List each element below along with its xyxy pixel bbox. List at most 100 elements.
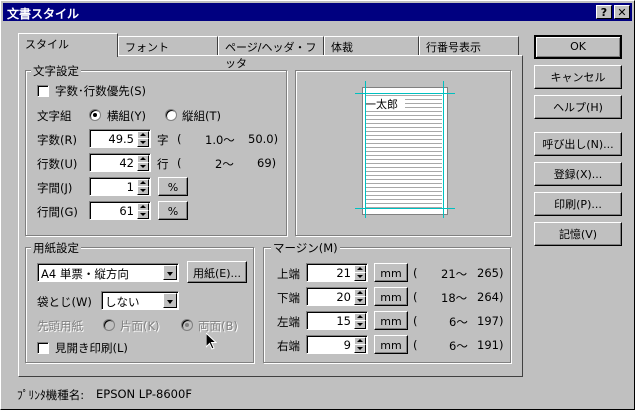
chars-label: 字数(R)	[37, 133, 77, 147]
char-spacing-down-button[interactable]	[137, 186, 149, 195]
title-bar[interactable]: 文書スタイル ? ✕	[3, 3, 632, 21]
memory-button[interactable]: 記憶(V)	[534, 222, 622, 246]
margin-unit-button[interactable]: mm	[374, 287, 408, 306]
margin-value: 21	[336, 266, 351, 280]
button-label: %	[167, 205, 179, 218]
spread-print-checkbox[interactable]	[37, 342, 49, 354]
margin-label: 下端	[277, 291, 300, 305]
tab-line-number[interactable]: 行番号表示	[419, 36, 519, 56]
dialog-window: 文書スタイル ? ✕ スタイル フォント ページ/ヘッダ・フッタ 体裁 行番号表…	[0, 0, 635, 410]
help-button[interactable]: ヘルプ(H)	[534, 95, 622, 119]
margin-bottom-input[interactable]: 20	[306, 287, 368, 306]
char-spacing-value: 1	[126, 180, 134, 194]
help-title-button[interactable]: ?	[596, 5, 612, 19]
button-label: キャンセル	[550, 71, 606, 84]
line-spacing-label: 行間(G)	[37, 205, 78, 219]
sample-text: 一太郎	[365, 98, 398, 111]
button-label: OK	[570, 40, 586, 53]
margin-max: 191)	[477, 338, 504, 352]
lines-down-button[interactable]	[137, 162, 149, 171]
chars-down-button[interactable]	[137, 138, 149, 147]
tab-page-header-footer[interactable]: ページ/ヘッダ・フッタ	[218, 36, 324, 70]
up-arrow-icon	[357, 267, 363, 270]
margin-range-open: (	[413, 290, 418, 304]
line-spacing-down-button[interactable]	[137, 210, 149, 219]
margin-range-open: (	[413, 266, 418, 280]
margin-max: 264)	[477, 290, 504, 304]
margin-label: 左端	[277, 315, 300, 329]
button-label: 登録(X)...	[553, 168, 603, 181]
chars-max: 50.0)	[248, 132, 279, 146]
margin-max: 265)	[477, 266, 504, 280]
tab-panel: 文字設定 字数･行数優先(S) 文字組 横組(Y) 縦組(T) 字数(R) 49…	[18, 55, 523, 377]
tab-font[interactable]: フォント	[118, 36, 218, 56]
margin-down-button[interactable]	[354, 320, 366, 329]
margins-label: マージン(M)	[271, 240, 340, 256]
horizontal-radio[interactable]	[89, 109, 101, 121]
margin-right-input[interactable]: 9	[306, 335, 368, 354]
down-arrow-icon	[140, 213, 146, 216]
mouse-cursor-icon	[206, 333, 218, 350]
margin-range-open: (	[413, 314, 418, 328]
paper-dropdown-button[interactable]	[163, 265, 177, 280]
paper-settings-label: 用紙設定	[31, 240, 81, 256]
close-button[interactable]: ✕	[614, 5, 630, 19]
one-side-radio[interactable]	[103, 319, 115, 331]
vertical-label: 縦組(T)	[182, 109, 221, 123]
char-spacing-label: 字間(J)	[37, 181, 73, 195]
button-label: ヘルプ(H)	[553, 101, 603, 114]
cancel-button[interactable]: キャンセル	[534, 65, 622, 89]
chevron-down-icon	[167, 300, 173, 304]
up-arrow-icon	[357, 339, 363, 342]
both-side-radio[interactable]	[181, 319, 193, 331]
button-label: mm	[380, 339, 402, 352]
down-arrow-icon	[140, 189, 146, 192]
char-spacing-input[interactable]: 1	[89, 177, 151, 196]
register-button[interactable]: 登録(X)...	[534, 162, 622, 186]
binding-select[interactable]: しない	[101, 291, 179, 310]
print-button[interactable]: 印刷(P)...	[534, 192, 622, 216]
char-spacing-percent-button[interactable]: %	[158, 177, 188, 196]
down-arrow-icon	[140, 165, 146, 168]
tab-label: スタイル	[25, 38, 69, 51]
tab-style[interactable]: スタイル	[18, 33, 118, 57]
chars-value: 49.5	[108, 132, 134, 146]
paper-select[interactable]: A4 単票・縦方向	[37, 263, 179, 282]
up-arrow-icon	[357, 291, 363, 294]
tab-label: 体裁	[331, 41, 353, 54]
margin-down-button[interactable]	[354, 344, 366, 353]
down-arrow-icon	[140, 141, 146, 144]
margin-unit-button[interactable]: mm	[374, 263, 408, 282]
paper-button[interactable]: 用紙(E)...	[187, 261, 247, 283]
down-arrow-icon	[357, 275, 363, 278]
line-spacing-input[interactable]: 61	[89, 201, 151, 220]
margin-top-input[interactable]: 21	[306, 263, 368, 282]
load-button[interactable]: 呼び出し(N)...	[534, 132, 622, 156]
button-label: 記憶(V)	[558, 228, 598, 241]
margin-down-button[interactable]	[354, 296, 366, 305]
lines-value: 42	[119, 156, 134, 170]
vertical-radio[interactable]	[165, 109, 177, 121]
lines-label: 行数(U)	[37, 157, 78, 171]
lines-unit: 行	[157, 157, 169, 171]
ok-button[interactable]: OK	[534, 35, 622, 59]
margin-unit-button[interactable]: mm	[374, 311, 408, 330]
chars-input[interactable]: 49.5	[89, 129, 151, 148]
lines-min: 2～	[215, 157, 234, 171]
button-label: mm	[380, 267, 402, 280]
margin-left-input[interactable]: 15	[306, 311, 368, 330]
chars-unit: 字	[157, 133, 169, 147]
margin-unit-button[interactable]: mm	[374, 335, 408, 354]
line-spacing-percent-button[interactable]: %	[158, 201, 188, 220]
margin-guide-top	[355, 93, 455, 94]
up-arrow-icon	[140, 157, 146, 160]
lines-input[interactable]: 42	[89, 153, 151, 172]
tab-layout[interactable]: 体裁	[324, 36, 419, 56]
down-arrow-icon	[357, 323, 363, 326]
margin-down-button[interactable]	[354, 272, 366, 281]
priority-checkbox[interactable]	[37, 85, 49, 97]
margin-label: 上端	[277, 267, 300, 281]
margin-min: 6～	[449, 315, 468, 329]
binding-dropdown-button[interactable]	[163, 293, 177, 308]
line-spacing-value: 61	[119, 204, 134, 218]
